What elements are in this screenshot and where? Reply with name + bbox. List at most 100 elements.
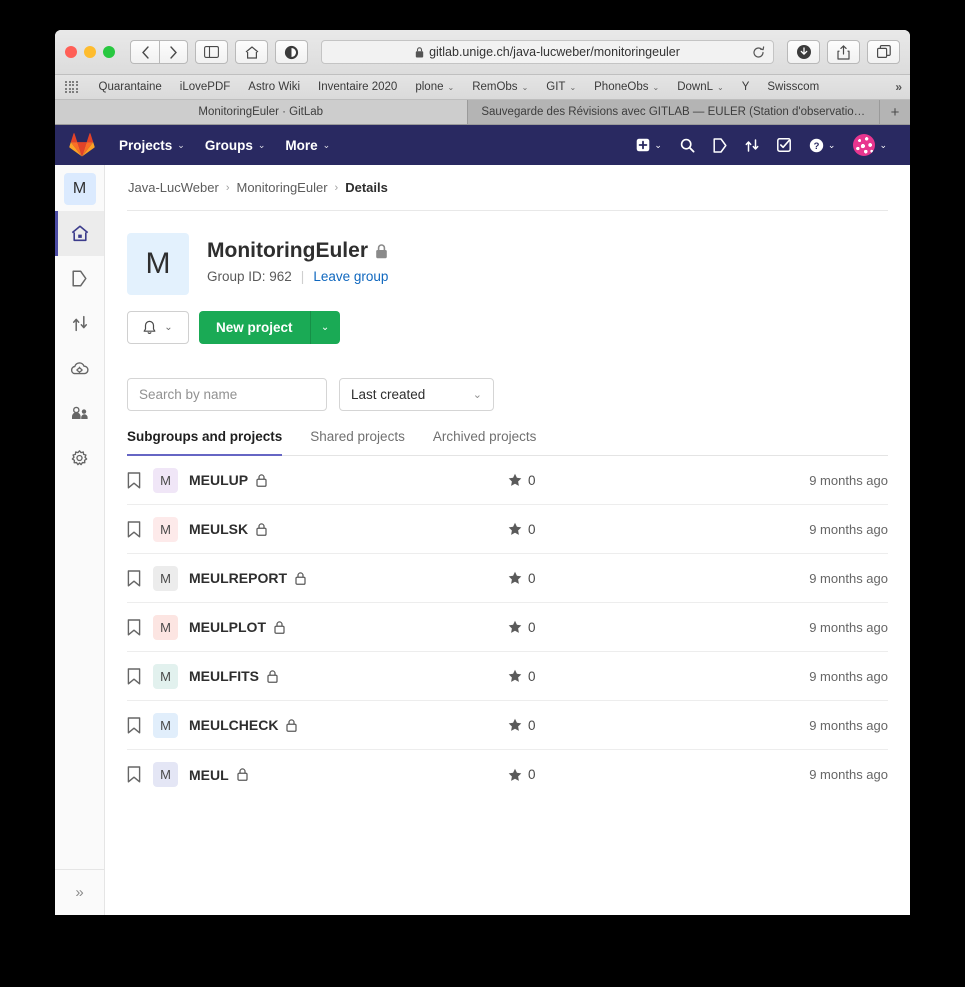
sidebar-item-settings[interactable] [55,436,104,481]
chevron-double-right-icon: » [75,884,84,901]
group-name: MonitoringEuler [207,239,368,262]
breadcrumb-item-subgroup[interactable]: MonitoringEuler [236,180,327,195]
home-button[interactable] [235,40,268,64]
chevron-down-icon: ⌄ [472,389,482,401]
breadcrumb-item-group[interactable]: Java-LucWeber [128,180,219,195]
sidebar-group-avatar[interactable]: M [63,173,96,205]
project-row[interactable]: M MEULUP 0 9 months ago [127,456,888,505]
project-name-cell[interactable]: MEUL [189,767,248,783]
new-dropdown-button[interactable]: ⌄ [627,138,671,152]
bookmark-item[interactable]: RemObs ⌄ [463,81,537,93]
navbar-item-more[interactable]: More ⌄ [275,138,340,153]
project-stars[interactable]: 0 [508,669,768,684]
user-menu-button[interactable]: ⌄ [844,134,896,156]
download-button[interactable] [787,40,820,64]
new-project-button[interactable]: New project [199,311,311,344]
help-button[interactable]: ? ⌄ [800,138,845,153]
project-stars[interactable]: 0 [508,718,768,733]
reload-icon[interactable] [752,45,765,59]
members-icon [71,406,88,419]
privacy-shield-button[interactable] [275,40,308,64]
project-name-cell[interactable]: MEULPLOT [189,619,285,635]
share-button[interactable] [827,40,860,64]
bookmark-icon[interactable] [127,766,153,783]
sort-select[interactable]: Last created ⌄ [339,378,494,411]
sidebar-item-members[interactable] [55,391,104,436]
lock-icon [415,46,424,58]
notification-settings-button[interactable]: ⌄ [127,311,189,344]
tab-archived-projects[interactable]: Archived projects [433,429,551,455]
bookmark-label: iLovePDF [179,81,231,93]
bookmark-item[interactable]: Y [733,81,759,93]
close-window-button[interactable] [65,46,77,58]
bookmark-item[interactable]: Inventaire 2020 [309,81,406,93]
project-row[interactable]: M MEULFITS 0 9 months ago [127,652,888,701]
sidebar-item-kubernetes[interactable] [55,346,104,391]
project-row[interactable]: M MEUL 0 9 months ago [127,750,888,799]
project-stars[interactable]: 0 [508,620,768,635]
project-stars[interactable]: 0 [508,767,768,782]
bookmark-item[interactable]: Quarantaine [90,81,171,93]
navbar-item-projects[interactable]: Projects ⌄ [109,138,195,153]
todos-button[interactable] [768,138,800,152]
project-name-cell[interactable]: MEULREPORT [189,570,306,586]
sidebar-toggle-button[interactable] [195,40,228,64]
project-stars[interactable]: 0 [508,473,768,488]
search-button[interactable] [671,138,704,153]
show-tabs-button[interactable] [867,40,900,64]
tab-shared-projects[interactable]: Shared projects [310,429,419,455]
bookmark-item[interactable]: GIT ⌄ [537,81,585,93]
bookmark-icon[interactable] [127,569,153,587]
new-project-dropdown-button[interactable]: ⌄ [310,311,340,344]
sidebar-collapse-button[interactable]: » [55,869,104,915]
browser-tab[interactable]: Sauvegarde des Révisions avec GITLAB — E… [467,100,880,124]
navbar-item-groups[interactable]: Groups ⌄ [195,138,276,153]
chevron-down-icon: ⌄ [652,82,660,92]
forward-button[interactable] [159,40,188,64]
maximize-window-button[interactable] [103,46,115,58]
project-avatar: M [153,565,178,591]
browser-tab[interactable]: MonitoringEuler · GitLab [55,100,468,124]
bookmark-item[interactable]: iLovePDF [171,81,240,93]
new-project-button-group: New project ⌄ [199,311,340,344]
back-button[interactable] [130,40,159,64]
apps-grid-icon[interactable] [65,80,78,94]
project-name-cell[interactable]: MEULFITS [189,668,278,684]
bookmark-item[interactable]: Swisscom [758,81,828,93]
project-row[interactable]: M MEULCHECK 0 9 months ago [127,701,888,750]
project-tabs: Subgroups and projects Shared projects A… [127,429,888,456]
address-bar[interactable]: gitlab.unige.ch/java-lucweber/monitoring… [321,40,774,64]
project-stars[interactable]: 0 [508,571,768,586]
project-name-cell[interactable]: MEULCHECK [189,717,298,733]
sidebar-item-issues[interactable] [55,256,104,301]
bookmark-item[interactable]: Astro Wiki [239,81,309,93]
minimize-window-button[interactable] [84,46,96,58]
merge-requests-button[interactable] [736,138,768,153]
bookmarks-overflow-icon[interactable]: » [895,80,902,94]
navbar-right-actions: ⌄ ? ⌄ ⌄ [627,134,896,156]
sidebar-item-merge-requests[interactable] [55,301,104,346]
sidebar-item-home[interactable] [55,211,104,256]
leave-group-link[interactable]: Leave group [313,269,388,284]
new-tab-button[interactable]: + [880,100,910,124]
tab-subgroups-and-projects[interactable]: Subgroups and projects [127,429,296,456]
bookmark-icon[interactable] [127,716,153,734]
lock-icon [256,473,267,487]
bookmark-icon[interactable] [127,618,153,636]
bookmark-icon[interactable] [127,471,153,489]
issues-button[interactable] [704,137,736,153]
gitlab-logo-icon[interactable] [69,132,95,158]
project-name-cell[interactable]: MEULUP [189,472,267,488]
project-row[interactable]: M MEULSK 0 9 months ago [127,505,888,554]
bookmark-item[interactable]: plone ⌄ [406,81,463,93]
project-row[interactable]: M MEULPLOT 0 9 months ago [127,603,888,652]
project-row[interactable]: M MEULREPORT 0 9 months ago [127,554,888,603]
search-input[interactable] [127,378,327,411]
project-updated-time: 9 months ago [809,767,888,782]
bookmark-icon[interactable] [127,520,153,538]
project-stars[interactable]: 0 [508,522,768,537]
project-name-cell[interactable]: MEULSK [189,521,267,537]
bookmark-icon[interactable] [127,667,153,685]
bookmark-item[interactable]: PhoneObs ⌄ [585,81,668,93]
bookmark-item[interactable]: DownL ⌄ [668,81,733,93]
